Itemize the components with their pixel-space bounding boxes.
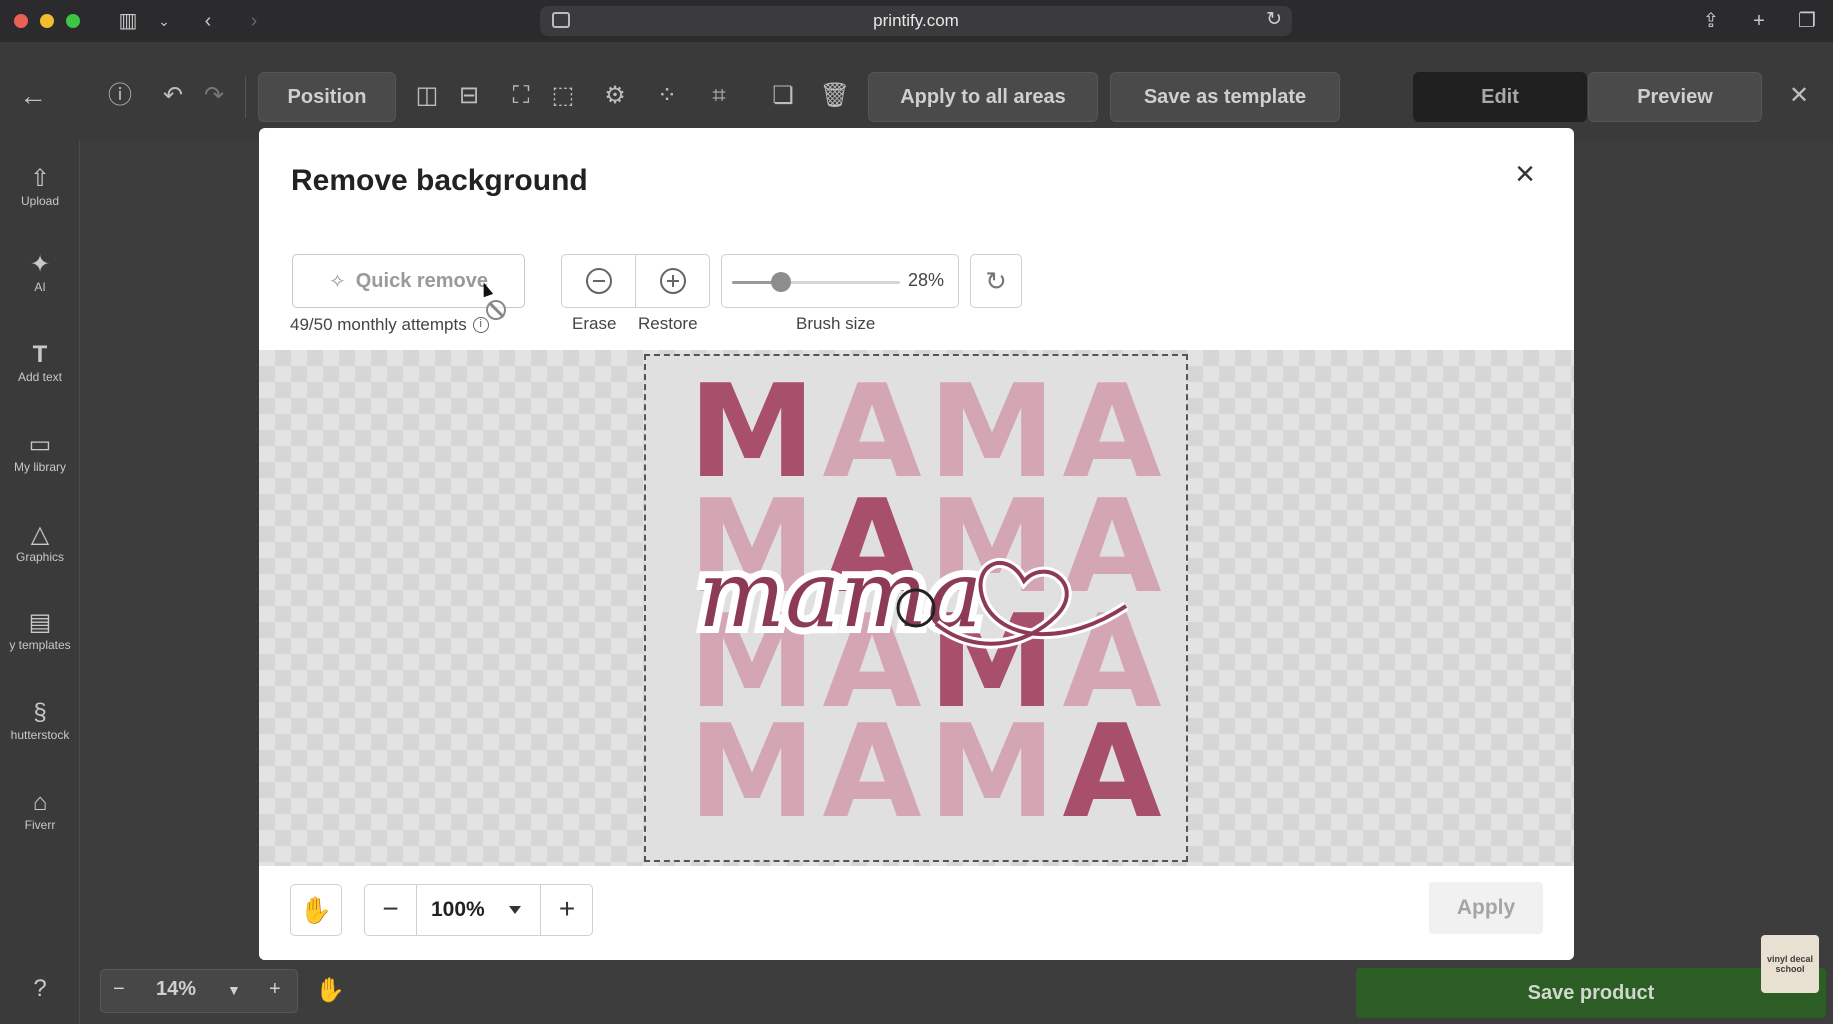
- apply-to-all-areas-button[interactable]: Apply to all areas: [868, 72, 1098, 122]
- new-tab-icon[interactable]: +: [1745, 8, 1773, 34]
- brush-size-slider[interactable]: [732, 272, 900, 292]
- sidebar-toggle-icon[interactable]: ▥: [114, 8, 142, 34]
- zoom-value-select[interactable]: 100%: [417, 885, 541, 935]
- preview-tab[interactable]: Preview: [1588, 72, 1762, 122]
- help-button[interactable]: ?: [0, 974, 80, 1004]
- fill-icon[interactable]: ⬚: [547, 80, 579, 112]
- restore-button[interactable]: [636, 255, 710, 307]
- site-settings-icon[interactable]: [552, 12, 570, 28]
- upload-icon: ⇧: [29, 165, 51, 192]
- back-arrow-icon[interactable]: ←: [17, 80, 49, 112]
- sidebar-item-ai[interactable]: ✦ AI: [0, 250, 80, 294]
- erase-label: Erase: [572, 314, 617, 333]
- folder-icon: ▭: [28, 431, 52, 458]
- brush-size-thumb[interactable]: [771, 272, 791, 292]
- fit-icon[interactable]: ⛶: [505, 80, 537, 112]
- mama-design-image: M A M AM A M AM A M AM A M Amamamama: [688, 358, 1161, 847]
- modal-footer: ✋ − 100% + Apply: [259, 866, 1574, 960]
- brush-size-value: 28%: [908, 270, 945, 290]
- maximize-window-button[interactable]: [66, 14, 80, 28]
- design-letter: A: [822, 698, 921, 847]
- templates-icon: ▤: [28, 609, 52, 636]
- minus-circle-icon: [585, 268, 612, 294]
- image-canvas[interactable]: M A M A M A M A M A M A M A M Amama mama: [259, 350, 1574, 866]
- design-letter: A: [1062, 698, 1161, 847]
- tab-overview-icon[interactable]: ❐: [1793, 8, 1821, 34]
- pattern-icon[interactable]: ⚙: [599, 80, 631, 112]
- reset-icon[interactable]: ↻: [970, 254, 1022, 308]
- sidebar-item-templates[interactable]: ▤ y templates: [0, 608, 80, 652]
- remove-background-modal: Remove background × ✧ Quick remove 49/50…: [259, 128, 1574, 960]
- design-letter: M: [928, 698, 1055, 847]
- hand-tool-icon[interactable]: ✋: [290, 884, 342, 936]
- flip-horizontal-icon[interactable]: ◫: [411, 80, 443, 112]
- save-product-button[interactable]: Save product: [1356, 968, 1826, 1018]
- text-icon: T: [32, 341, 48, 368]
- shapes-icon: △: [30, 521, 50, 548]
- watermark-logo: vinyl decal school: [1761, 935, 1819, 993]
- duplicate-icon[interactable]: ❏: [767, 80, 799, 112]
- canvas-zoom-out-button[interactable]: −: [113, 978, 125, 1001]
- info-icon[interactable]: ⓘ: [104, 80, 136, 112]
- zoom-in-button[interactable]: +: [541, 885, 593, 935]
- delete-icon[interactable]: 🗑: [819, 80, 851, 112]
- position-button[interactable]: Position: [258, 72, 396, 122]
- close-icon[interactable]: ×: [1505, 154, 1545, 194]
- undo-icon[interactable]: ↶: [157, 80, 189, 112]
- reload-icon[interactable]: ↻: [1266, 8, 1282, 31]
- close-window-button[interactable]: [14, 14, 28, 28]
- browser-bar: ▥ ⌄ ‹ › printify.com ↻ ⇪ + ❐: [0, 0, 1833, 42]
- not-allowed-cursor-icon: [486, 300, 506, 320]
- help-icon: ?: [33, 975, 47, 1002]
- brush-size-label: Brush size: [796, 314, 876, 333]
- canvas-hand-icon[interactable]: ✋: [314, 975, 346, 1007]
- sidebar-item-my-library[interactable]: ▭ My library: [0, 430, 80, 474]
- sidebar-item-graphics[interactable]: △ Graphics: [0, 520, 80, 564]
- flip-vertical-icon[interactable]: ⊟: [453, 80, 485, 112]
- modal-zoom-controls: − 100% +: [364, 884, 593, 936]
- sidebar-item-shutterstock[interactable]: § hutterstock: [0, 698, 80, 742]
- remove-background-icon[interactable]: ⁘: [651, 80, 683, 112]
- crop-icon[interactable]: ⌗: [703, 80, 735, 112]
- erase-button[interactable]: [562, 255, 636, 307]
- share-icon[interactable]: ⇪: [1697, 8, 1725, 34]
- canvas-zoom-in-button[interactable]: +: [269, 978, 281, 1001]
- design-image-frame: M A M A M A M A M A M A M A M Amama mama: [644, 354, 1188, 862]
- canvas-zoom-value[interactable]: 14%: [156, 978, 196, 1001]
- erase-restore-group: [561, 254, 710, 308]
- shutterstock-icon: §: [33, 699, 47, 726]
- sparkle-icon: ✧: [328, 270, 346, 293]
- chevron-down-icon[interactable]: ▼: [227, 982, 241, 998]
- sidebar-item-fiverr[interactable]: ⌂ Fiverr: [0, 788, 80, 832]
- zoom-out-button[interactable]: −: [365, 885, 417, 935]
- design-letter: M: [688, 698, 815, 847]
- info-icon[interactable]: i: [472, 317, 489, 333]
- plus-circle-icon: [660, 268, 686, 294]
- address-bar[interactable]: printify.com ↻: [540, 6, 1292, 36]
- edit-tab[interactable]: Edit: [1413, 72, 1587, 122]
- minimize-window-button[interactable]: [40, 14, 54, 28]
- chevron-down-icon[interactable]: ⌄: [150, 8, 178, 34]
- restore-label: Restore: [638, 314, 698, 333]
- redo-icon[interactable]: ↷: [198, 80, 230, 112]
- modal-title: Remove background: [291, 164, 588, 197]
- attempts-counter: 49/50 monthly attempts i: [290, 315, 489, 335]
- left-sidebar: ⇧ Upload ✦ AI T Add text ▭ My library △ …: [0, 140, 80, 1024]
- canvas-zoom-controls: − 14% ▼ +: [100, 969, 298, 1013]
- sidebar-item-upload[interactable]: ⇧ Upload: [0, 164, 80, 208]
- tools-icon[interactable]: ✕: [1783, 80, 1815, 112]
- sparkle-icon: ✦: [29, 251, 51, 278]
- brush-size-control: 28%: [721, 254, 959, 308]
- save-as-template-button[interactable]: Save as template: [1110, 72, 1340, 122]
- forward-icon[interactable]: ›: [240, 8, 268, 34]
- quick-remove-button[interactable]: ✧ Quick remove: [292, 254, 525, 308]
- sidebar-item-add-text[interactable]: T Add text: [0, 340, 80, 384]
- url-text: printify.com: [873, 11, 959, 30]
- apply-button[interactable]: Apply: [1429, 882, 1543, 934]
- back-icon[interactable]: ‹: [194, 8, 222, 34]
- fiverr-icon: ⌂: [32, 789, 48, 816]
- chevron-down-icon[interactable]: [509, 906, 521, 914]
